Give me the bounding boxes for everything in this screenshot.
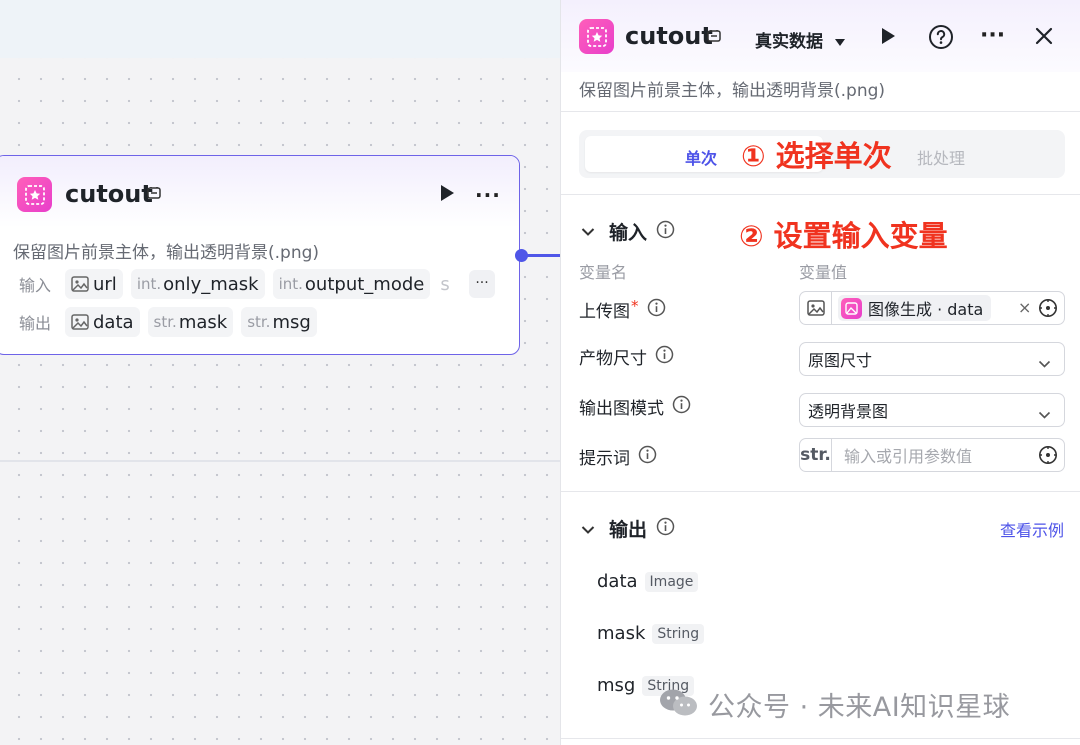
view-example-link[interactable]: 查看示例	[1000, 517, 1064, 541]
output-item-mask: mask String	[597, 623, 705, 644]
node-input-row: 输入 url int. only_mask int. output_mode s	[19, 269, 460, 299]
info-icon	[656, 220, 675, 243]
reference-chip[interactable]: 图像生成 · data	[838, 295, 992, 321]
info-icon	[638, 445, 657, 469]
output-mode-select[interactable]: 透明背景图	[799, 393, 1065, 427]
plugin-store-icon	[706, 28, 722, 48]
divider	[561, 738, 1080, 739]
clear-reference-button[interactable]: ×	[1018, 298, 1031, 317]
type-badge: String	[652, 623, 705, 644]
node-inputs-more-button[interactable]: ···	[469, 270, 495, 298]
connection-edge	[527, 254, 560, 257]
image-icon	[800, 292, 832, 324]
divider	[561, 111, 1080, 112]
node-run-icon[interactable]	[439, 184, 455, 206]
input-section-title: 输入	[609, 222, 648, 244]
data-mode-select[interactable]: 真实数据	[755, 27, 823, 52]
workflow-canvas[interactable]: cutout ··· 保留图片前景主体，输出透明背景(.png) 输入 url …	[0, 0, 560, 745]
run-icon[interactable]	[880, 27, 896, 49]
output-chip-data: data	[65, 307, 140, 337]
input-chip-overflow: s	[440, 273, 450, 295]
info-icon	[672, 395, 691, 419]
panel-header: cutout 真实数据 ···	[561, 0, 1080, 72]
output-section-title: 输出	[609, 519, 648, 541]
more-button[interactable]: ···	[980, 23, 1005, 48]
info-icon	[656, 517, 675, 540]
node-header: cutout ···	[0, 156, 519, 228]
annotation-set-inputs: ② 设置输入变量	[739, 219, 948, 253]
cutout-node-card[interactable]: cutout ··· 保留图片前景主体，输出透明背景(.png) 输入 url …	[0, 155, 520, 355]
prompt-input[interactable]: str. 输入或引用参数值	[799, 438, 1065, 472]
help-icon[interactable]	[928, 24, 954, 54]
input-chip-only-mask: int. only_mask	[130, 269, 265, 299]
node-description: 保留图片前景主体，输出透明背景(.png)	[13, 243, 320, 263]
variable-reference-icon[interactable]	[1038, 298, 1058, 322]
upload-image-field[interactable]: 图像生成 · data ×	[799, 291, 1065, 325]
node-test-panel: cutout 真实数据 ··· 保留图片前景主体，输出透明背景(.png) 单次…	[560, 0, 1080, 745]
info-icon	[647, 298, 666, 322]
canvas-divider	[0, 460, 560, 462]
plugin-store-icon	[146, 185, 162, 205]
node-more-button[interactable]: ···	[475, 183, 501, 207]
annotation-select-single: ① 选择单次	[741, 139, 892, 173]
image-icon	[71, 314, 89, 330]
wechat-icon	[658, 687, 700, 723]
divider	[561, 491, 1080, 492]
field-label-upload-image: 上传图 *	[579, 297, 666, 322]
caret-down-icon[interactable]	[834, 33, 846, 52]
close-icon[interactable]	[1034, 26, 1054, 50]
node-title: cutout	[65, 180, 153, 208]
chevron-down-icon[interactable]	[581, 222, 595, 241]
panel-description: 保留图片前景主体，输出透明背景(.png)	[579, 81, 886, 101]
prompt-placeholder: 输入或引用参数值	[844, 447, 973, 466]
reference-text: 图像生成 · data	[868, 300, 984, 319]
input-row-label: 输入	[19, 276, 52, 295]
divider	[561, 194, 1080, 195]
field-label-output-size: 产物尺寸	[579, 344, 674, 369]
chevron-down-icon	[1038, 354, 1051, 373]
image-gen-plugin-icon	[841, 297, 862, 319]
node-output-row: 输出 data str. mask str. msg	[19, 307, 325, 337]
watermark-text: 公众号 · 未来AI知识星球	[708, 692, 1011, 723]
cutout-plugin-icon	[579, 19, 614, 54]
column-header-value: 变量值	[799, 263, 848, 282]
cutout-plugin-icon	[17, 177, 52, 212]
string-type-prefix: str.	[800, 439, 832, 471]
output-chip-mask: str. mask	[147, 307, 234, 337]
type-badge: Image	[644, 571, 699, 592]
chevron-down-icon[interactable]	[581, 520, 595, 539]
input-chip-url: url	[65, 269, 123, 299]
output-chip-msg: str. msg	[241, 307, 317, 337]
variable-reference-icon[interactable]	[1038, 445, 1058, 469]
canvas-top-band	[0, 0, 560, 58]
panel-title: cutout	[625, 22, 713, 50]
tab-batch[interactable]: 批处理	[917, 145, 965, 169]
field-label-prompt: 提示词	[579, 444, 657, 469]
input-chip-output-mode: int. output_mode	[272, 269, 431, 299]
watermark: 公众号 · 未来AI知识星球	[658, 685, 1010, 724]
chevron-down-icon	[1038, 405, 1051, 424]
tab-single[interactable]: 单次	[685, 145, 717, 169]
info-icon	[655, 345, 674, 369]
output-size-select[interactable]: 原图尺寸	[799, 342, 1065, 376]
image-icon	[71, 276, 89, 292]
column-header-name: 变量名	[579, 263, 628, 282]
output-item-data: data Image	[597, 571, 699, 592]
output-row-label: 输出	[19, 314, 52, 333]
field-label-output-mode: 输出图模式	[579, 394, 691, 419]
